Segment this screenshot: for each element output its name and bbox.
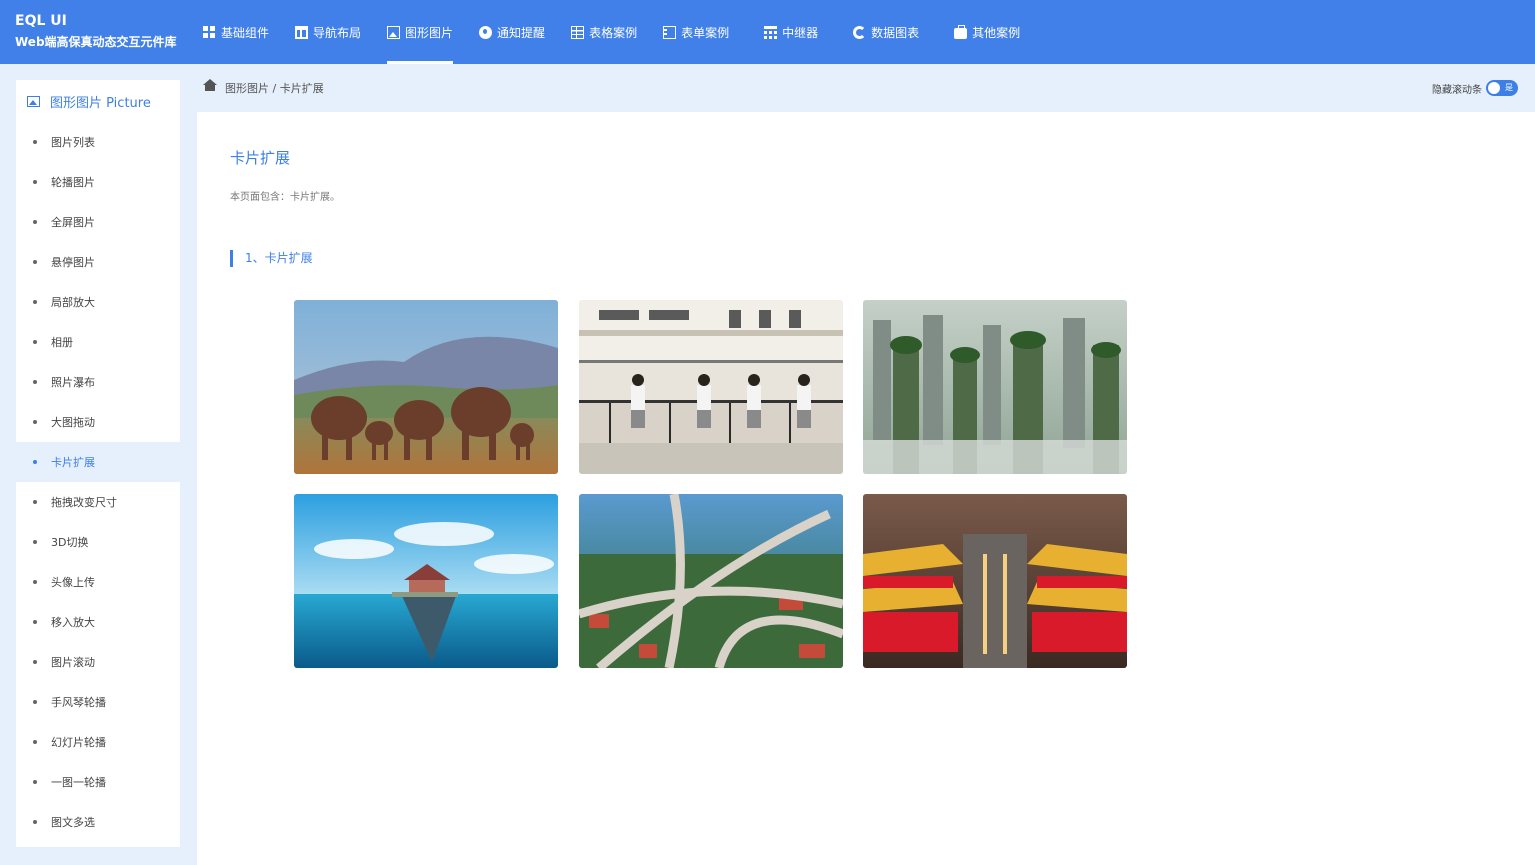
nav-label: 图形图片 — [405, 25, 454, 40]
section-title: 1、卡片扩展 — [230, 250, 313, 267]
page-title: 卡片扩展 — [230, 149, 291, 167]
sidebar-item-hover[interactable]: 悬停图片 — [16, 242, 180, 282]
sidebar-item-avatar[interactable]: 头像上传 — [16, 562, 180, 602]
sidebar-item-slideshow[interactable]: 幻灯片轮播 — [16, 722, 180, 762]
layout-icon — [295, 25, 309, 39]
sidebar-item-album[interactable]: 相册 — [16, 322, 180, 362]
nav-item-picture[interactable]: 图形图片 — [374, 0, 466, 64]
elephants-image[interactable] — [294, 300, 558, 474]
table-icon — [571, 25, 585, 39]
sidebar-header[interactable]: 图形图片 Picture — [16, 80, 180, 122]
sidebar-item-drag[interactable]: 大图拖动 — [16, 402, 180, 442]
nav-item-form[interactable]: 表单案例 — [650, 0, 742, 64]
nav-item-table[interactable]: 表格案例 — [558, 0, 650, 64]
hide-scrollbar-toggle[interactable]: 是 — [1486, 80, 1518, 96]
mountain-peaks-image[interactable] — [863, 300, 1127, 474]
picture-icon — [387, 25, 401, 39]
breadcrumb-bar: 图形图片 / 卡片扩展 隐藏滚动条 是 — [197, 64, 1535, 112]
brand: EQL UI Web端高保真动态交互元件库 — [15, 12, 177, 52]
main-nav: 基础组件 导航布局 图形图片 通知提醒 表格案例 表单案例 中继器 数据图表 其… — [190, 0, 1033, 64]
top-navbar: EQL UI Web端高保真动态交互元件库 基础组件 导航布局 图形图片 通知提… — [0, 0, 1535, 64]
night-palace-image[interactable] — [863, 494, 1127, 668]
toggle-knob — [1488, 82, 1500, 94]
floating-house-image[interactable] — [294, 494, 558, 668]
sidebar-item-carousel[interactable]: 轮播图片 — [16, 162, 180, 202]
toggle-state: 是 — [1505, 83, 1513, 92]
toggle-label: 隐藏滚动条 — [1432, 84, 1482, 96]
sidebar-item-zoom[interactable]: 局部放大 — [16, 282, 180, 322]
scrollbar-toggle-group: 隐藏滚动条 是 — [1432, 80, 1518, 96]
sidebar-item-one-carousel[interactable]: 一图一轮播 — [16, 762, 180, 802]
nav-item-layout[interactable]: 导航布局 — [282, 0, 374, 64]
nav-item-basic[interactable]: 基础组件 — [190, 0, 282, 64]
nav-label: 通知提醒 — [497, 25, 546, 40]
nav-label: 数据图表 — [871, 25, 920, 40]
sidebar-list: 图片列表 轮播图片 全屏图片 悬停图片 局部放大 相册 照片瀑布 大图拖动 卡片… — [0, 122, 180, 842]
brand-subtitle: Web端高保真动态交互元件库 — [15, 35, 177, 49]
main-content: 卡片扩展 本页面包含：卡片扩展。 1、卡片扩展 — [197, 112, 1535, 865]
page-description: 本页面包含：卡片扩展。 — [230, 192, 340, 203]
nav-item-relay[interactable]: 中继器 — [742, 0, 831, 64]
nav-label: 表单案例 — [681, 25, 730, 40]
sidebar-item-scroll[interactable]: 图片滚动 — [16, 642, 180, 682]
grid-icon — [203, 25, 216, 39]
drop-icon — [479, 25, 493, 39]
nav-item-chart[interactable]: 数据图表 — [831, 0, 932, 64]
brand-title: EQL UI — [15, 13, 67, 29]
sidebar-item-image-list[interactable]: 图片列表 — [16, 122, 180, 162]
school-students-image[interactable] — [579, 300, 843, 474]
sidebar-item-multi-select[interactable]: 图文多选 — [16, 802, 180, 842]
nav-item-notify[interactable]: 通知提醒 — [466, 0, 558, 64]
sidebar: 图形图片 Picture 图片列表 轮播图片 全屏图片 悬停图片 局部放大 相册… — [0, 80, 180, 847]
nav-label: 中继器 — [782, 25, 819, 40]
sidebar-item-accordion[interactable]: 手风琴轮播 — [16, 682, 180, 722]
sidebar-item-waterfall[interactable]: 照片瀑布 — [16, 362, 180, 402]
briefcase-icon — [954, 24, 968, 39]
sidebar-item-fullscreen[interactable]: 全屏图片 — [16, 202, 180, 242]
nav-label: 表格案例 — [589, 25, 638, 40]
highway-interchange-image[interactable] — [579, 494, 843, 668]
picture-icon — [27, 95, 40, 107]
sidebar-item-3d[interactable]: 3D切换 — [16, 522, 180, 562]
chart-icon — [853, 25, 867, 39]
sidebar-item-resize[interactable]: 拖拽改变尺寸 — [16, 482, 180, 522]
sidebar-item-card-expand[interactable]: 卡片扩展 — [0, 442, 180, 482]
sidebar-item-enlarge[interactable]: 移入放大 — [16, 602, 180, 642]
nav-item-other[interactable]: 其他案例 — [932, 0, 1033, 64]
breadcrumb: 图形图片 / 卡片扩展 — [225, 82, 324, 95]
home-icon[interactable] — [203, 79, 217, 95]
form-icon — [663, 25, 677, 39]
nav-label: 导航布局 — [313, 25, 362, 40]
sidebar-header-label: 图形图片 Picture — [50, 95, 151, 111]
nav-label: 其他案例 — [972, 25, 1021, 40]
relay-icon — [764, 25, 778, 39]
nav-label: 基础组件 — [221, 25, 270, 40]
